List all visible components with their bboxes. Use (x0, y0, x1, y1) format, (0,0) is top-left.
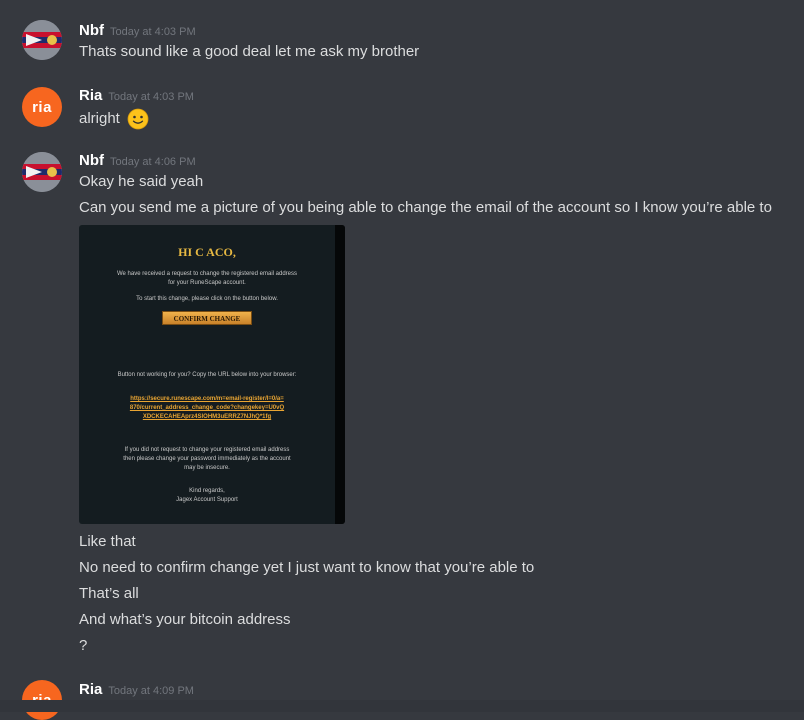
image-edge (335, 225, 345, 524)
message-timestamp: Today at 4:09 PM (108, 685, 194, 697)
smiling-face-emoji-icon (127, 108, 149, 130)
email-greeting: HI C ACO, (178, 245, 236, 259)
message-text: No need to confirm change yet I just wan… (79, 559, 535, 576)
message-text: Okay he said yeah (79, 173, 204, 190)
email-paragraph: If you did not request to change your re… (123, 447, 291, 471)
flag-avatar-icon (22, 20, 62, 60)
message-line: alright (79, 108, 149, 130)
email-paragraph: Button not working for you? Copy the URL… (117, 372, 297, 378)
message-text: Thats sound like a good deal let me ask … (79, 43, 420, 60)
confirm-change-button: CONFIRM CHANGE (162, 311, 252, 325)
email-paragraph: We have received a request to change the… (117, 271, 297, 286)
message-text: Like that (79, 533, 136, 550)
author-name[interactable]: Ria (79, 681, 102, 698)
message-text: ? (79, 637, 88, 654)
email-signoff: Kind regards, (189, 488, 225, 494)
username-nbf[interactable]: Nbf Today at 4:03 PM (79, 22, 196, 39)
flag-avatar-icon (22, 152, 62, 192)
message-timestamp: Today at 4:03 PM (108, 91, 194, 103)
username-nbf[interactable]: Nbf Today at 4:06 PM (79, 152, 196, 169)
author-name[interactable]: Nbf (79, 22, 104, 39)
email-screenshot: HI C ACO, We have received a request to … (79, 225, 335, 524)
bottom-fade (0, 700, 804, 712)
username-ria[interactable]: Ria Today at 4:03 PM (79, 87, 194, 104)
message-timestamp: Today at 4:06 PM (110, 156, 196, 168)
message-text: And what’s your bitcoin address (79, 611, 291, 628)
author-name[interactable]: Nbf (79, 152, 104, 169)
email-signature: Jagex Account Support (176, 497, 238, 503)
message-text: alright (79, 109, 120, 127)
username-ria[interactable]: Ria Today at 4:09 PM (79, 681, 194, 698)
message-text: Can you send me a picture of you being a… (79, 199, 772, 216)
avatar-nbf[interactable] (22, 152, 62, 192)
email-paragraph: To start this change, please click on th… (136, 296, 278, 302)
avatar-nbf[interactable] (22, 20, 62, 60)
image-attachment[interactable]: HI C ACO, We have received a request to … (79, 225, 345, 524)
avatar-label: ria (32, 98, 52, 116)
avatar-ria[interactable]: ria (22, 87, 62, 127)
author-name[interactable]: Ria (79, 87, 102, 104)
email-link: https://secure.runescape.com/m=email-reg… (129, 396, 285, 420)
message-text: That’s all (79, 585, 139, 602)
message-timestamp: Today at 4:03 PM (110, 26, 196, 38)
